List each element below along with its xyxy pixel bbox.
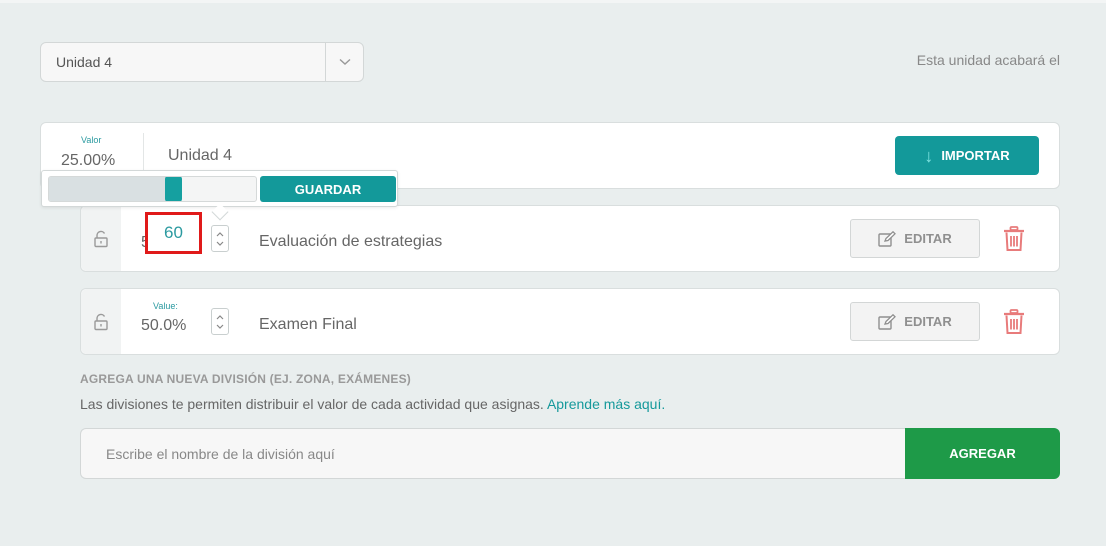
unit-select[interactable]: Unidad 4 bbox=[40, 42, 364, 82]
edit-button-label: EDITAR bbox=[904, 314, 952, 329]
import-button-label: IMPORTAR bbox=[941, 148, 1010, 163]
lock-toggle[interactable] bbox=[81, 206, 121, 271]
unit-select-value: Unidad 4 bbox=[56, 54, 113, 70]
trash-icon[interactable] bbox=[1003, 226, 1025, 252]
value-slider[interactable] bbox=[48, 176, 257, 202]
add-division-text: Las divisiones te permiten distribuir el… bbox=[80, 396, 544, 412]
unit-end-note: Esta unidad acabará el bbox=[916, 52, 1060, 68]
slider-thumb[interactable] bbox=[165, 177, 182, 201]
add-division-title: AGREGA UNA NUEVA DIVISIÓN (EJ. ZONA, EXÁ… bbox=[80, 372, 412, 386]
division-row: 5 60 Evaluación de estrategias EDITAR bbox=[80, 205, 1060, 272]
import-button[interactable]: ↓ IMPORTAR bbox=[895, 136, 1039, 175]
edit-button-label: EDITAR bbox=[904, 231, 952, 246]
value-slider-popup: GUARDAR bbox=[41, 170, 398, 221]
learn-more-link[interactable]: Aprende más aquí. bbox=[547, 396, 665, 412]
division-value-input[interactable]: 60 bbox=[145, 212, 202, 254]
edit-icon bbox=[878, 313, 897, 330]
add-button[interactable]: AGREGAR bbox=[905, 428, 1060, 479]
division-row: Value: 50.0% Examen Final EDITAR bbox=[80, 288, 1060, 355]
division-value-label: Value: bbox=[153, 301, 178, 311]
lock-open-icon bbox=[94, 230, 108, 247]
edit-icon bbox=[878, 230, 897, 247]
add-division-description: Las divisiones te permiten distribuir el… bbox=[80, 396, 665, 412]
edit-button[interactable]: EDITAR bbox=[850, 302, 980, 341]
stepper-icon[interactable] bbox=[211, 225, 229, 252]
add-division-bar: AGREGAR bbox=[80, 428, 1060, 479]
import-icon: ↓ bbox=[924, 145, 934, 166]
unit-name: Unidad 4 bbox=[168, 147, 233, 164]
division-name: Evaluación de estrategias bbox=[259, 233, 443, 250]
lock-toggle[interactable] bbox=[81, 289, 121, 354]
slider-fill bbox=[49, 177, 173, 201]
top-border bbox=[0, 0, 1106, 3]
edit-button[interactable]: EDITAR bbox=[850, 219, 980, 258]
unit-value[interactable]: 25.00% bbox=[61, 152, 115, 170]
trash-icon[interactable] bbox=[1003, 309, 1025, 335]
division-name-input[interactable] bbox=[80, 428, 905, 479]
division-value[interactable]: 50.0% bbox=[141, 317, 186, 335]
lock-open-icon bbox=[94, 313, 108, 330]
unit-value-label: Valor bbox=[81, 135, 102, 145]
chevron-down-icon[interactable] bbox=[325, 43, 363, 81]
stepper-icon[interactable] bbox=[211, 308, 229, 335]
save-button[interactable]: GUARDAR bbox=[260, 176, 396, 202]
division-name: Examen Final bbox=[259, 316, 357, 333]
